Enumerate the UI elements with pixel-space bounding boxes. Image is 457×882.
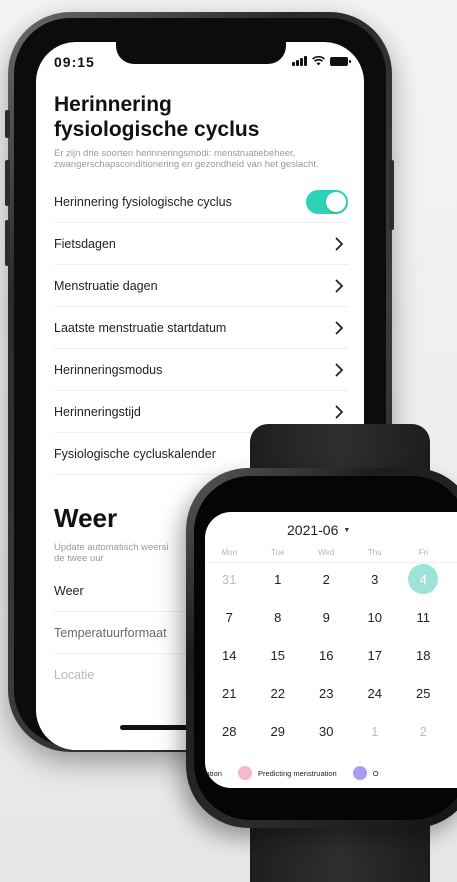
phone-side-button-silent [5, 110, 10, 138]
calendar-day[interactable]: 7 [205, 602, 254, 632]
legend-label-predicting: Predicting menstruation [257, 768, 337, 778]
setting-label: Temperatuurformaat [54, 625, 167, 640]
selected-day-number: 4 [419, 571, 427, 587]
calendar-day[interactable]: 17 [351, 640, 400, 670]
setting-label: Menstruatie dagen [54, 278, 158, 293]
setting-label: Laatste menstruatie startdatum [54, 320, 227, 335]
calendar-day[interactable]: 18 [399, 640, 448, 670]
calendar-day[interactable]: 24 [351, 678, 400, 708]
watch-screen: 2021-06 ▼ Mon Tue Wed Thu Fri 31 1 2 3 4… [205, 512, 457, 788]
calendar-month-label: 2021-06 [287, 522, 339, 538]
setting-label: Fietsdagen [54, 236, 116, 251]
legend-label-ovulation: O [372, 768, 379, 778]
chevron-right-icon [335, 320, 344, 335]
legend-dot-predicting [237, 766, 252, 780]
calendar-week-3: 14 15 16 17 18 [205, 640, 457, 670]
calendar-day[interactable]: 22 [254, 678, 303, 708]
phone-side-button-volume-up [5, 160, 10, 206]
setting-cycle-days[interactable]: Fietsdagen [54, 223, 348, 265]
setting-cycle-reminder[interactable]: Herinnering fysiologische cyclus [54, 181, 348, 223]
calendar-day[interactable]: 14 [205, 640, 254, 670]
setting-label: Locatie [54, 668, 95, 682]
setting-reminder-mode[interactable]: Herinneringsmodus [54, 349, 348, 391]
weekday-label: Thu [367, 548, 382, 557]
calendar-divider [205, 562, 457, 563]
calendar-week-5: 28 29 30 1 2 [205, 716, 457, 746]
chevron-right-icon [335, 236, 344, 251]
calendar-day[interactable]: 1 [254, 564, 303, 594]
calendar-day[interactable]: 23 [302, 678, 351, 708]
weekday-label: Mon [221, 548, 238, 557]
weekday-label: Wed [318, 548, 335, 557]
calendar-day[interactable]: 11 [399, 602, 448, 632]
signal-icon [292, 56, 307, 66]
chevron-right-icon [335, 404, 344, 419]
calendar-day[interactable]: 28 [205, 716, 254, 746]
calendar-day[interactable]: 2 [399, 716, 448, 746]
calendar-weekday-header: Mon Tue Wed Thu Fri [205, 548, 457, 557]
calendar-day[interactable]: 8 [254, 602, 303, 632]
phone-side-button-power [389, 160, 394, 230]
setting-label: Herinneringstijd [54, 404, 141, 419]
calendar-legend: ruation Predicting menstruation O [205, 766, 379, 780]
calendar-day[interactable]: 31 [205, 564, 254, 594]
cycle-reminder-toggle[interactable] [306, 189, 348, 214]
calendar-day[interactable]: 1 [351, 716, 400, 746]
battery-icon [330, 56, 351, 66]
status-icons [292, 56, 351, 66]
caret-down-icon: ▼ [343, 526, 351, 534]
calendar-day[interactable]: 29 [254, 716, 303, 746]
cycle-title-line1: Herinnering [54, 93, 172, 116]
cycle-description: Er zijn drie soorten herinneringsmodi: m… [54, 148, 319, 170]
calendar-day[interactable]: 3 [351, 564, 400, 594]
calendar-week-4: 21 22 23 24 25 [205, 678, 457, 708]
chevron-right-icon [335, 278, 344, 293]
setting-label: Herinnering fysiologische cyclus [54, 194, 232, 209]
legend-label-menstruation: ruation [205, 768, 222, 778]
setting-label: Weer [54, 583, 84, 598]
calendar-day[interactable]: 10 [351, 602, 400, 632]
setting-menstruation-days[interactable]: Menstruatie dagen [54, 265, 348, 307]
weekday-label: Fri [418, 548, 428, 557]
calendar-month-selector[interactable]: 2021-06 ▼ [287, 522, 350, 538]
cycle-title-line2: fysiologische cyclus [54, 118, 260, 141]
calendar-day[interactable]: 15 [254, 640, 303, 670]
calendar-day[interactable]: 21 [205, 678, 254, 708]
weather-title: Weer [54, 503, 118, 533]
calendar-day[interactable]: 16 [302, 640, 351, 670]
calendar-week-2: 7 8 9 10 11 [205, 602, 457, 632]
calendar-day[interactable]: 2 [302, 564, 351, 594]
setting-label: Fysiologische cycluskalender [54, 446, 216, 461]
chevron-right-icon [335, 362, 344, 377]
setting-last-period-start[interactable]: Laatste menstruatie startdatum [54, 307, 348, 349]
calendar-day-selected[interactable]: 4 [399, 564, 448, 594]
calendar-day[interactable]: 30 [302, 716, 351, 746]
phone-side-button-volume-down [5, 220, 10, 266]
phone-notch [116, 42, 286, 64]
calendar-week-1: 31 1 2 3 4 [205, 564, 457, 594]
setting-label: Herinneringsmodus [54, 362, 163, 377]
weekday-label: Tue [271, 548, 285, 557]
toggle-knob [326, 191, 346, 212]
legend-dot-ovulation [352, 766, 367, 780]
status-time: 09:15 [54, 54, 95, 70]
wifi-icon [312, 56, 325, 66]
calendar-day[interactable]: 25 [399, 678, 448, 708]
calendar-day[interactable]: 9 [302, 602, 351, 632]
